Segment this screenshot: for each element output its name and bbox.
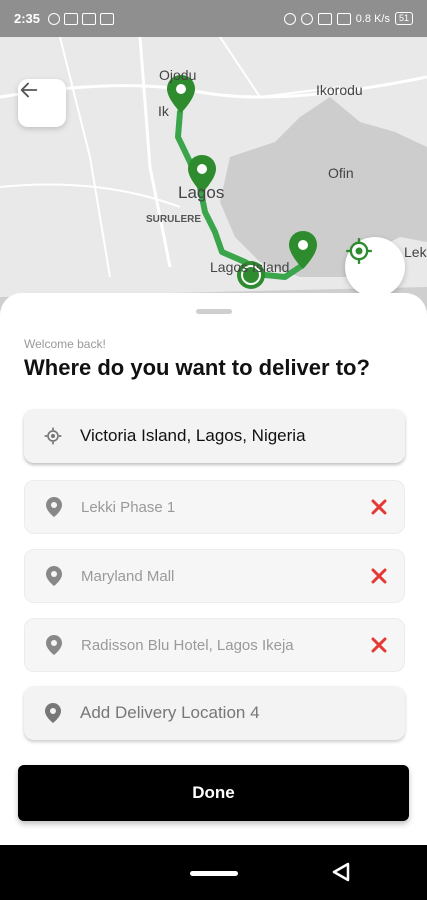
back-triangle-icon[interactable] — [330, 861, 352, 883]
status-time: 2:35 — [14, 11, 41, 26]
add-delivery-location-field[interactable]: Add Delivery Location 4 — [24, 686, 405, 740]
delivery-stop-field[interactable]: Maryland Mall — [24, 549, 405, 603]
map-label-surulere: SURULERE — [146, 214, 202, 225]
map-label-ik: Ik — [158, 103, 169, 119]
back-button[interactable] — [18, 79, 66, 127]
battery-icon: 51 — [394, 12, 413, 25]
map-pin-icon — [42, 702, 64, 724]
close-icon — [371, 499, 387, 515]
pickup-location-value: Victoria Island, Lagos, Nigeria — [80, 426, 306, 445]
done-button[interactable]: Done — [18, 765, 409, 821]
delivery-stop-value: Radisson Blu Hotel, Lagos Ikeja — [81, 636, 294, 654]
remove-stop-button[interactable] — [368, 496, 390, 518]
my-location-button[interactable] — [345, 237, 405, 297]
road — [59, 37, 111, 278]
remove-stop-button[interactable] — [368, 634, 390, 656]
close-icon — [371, 568, 387, 584]
drag-handle[interactable] — [196, 309, 232, 314]
map-label-lagos: Lagos — [178, 183, 225, 202]
map-pin-icon — [43, 565, 65, 587]
map-label-ikorodu: Ikorodu — [316, 82, 363, 98]
map-pin-icon — [43, 634, 65, 656]
pickup-location-field[interactable]: Victoria Island, Lagos, Nigeria — [24, 409, 405, 463]
close-icon — [371, 637, 387, 653]
delivery-stop-value: Lekki Phase 1 — [81, 498, 176, 516]
map-label-lagos-island: Lagos Island — [210, 259, 290, 275]
remove-stop-button[interactable] — [368, 565, 390, 587]
mail-icon — [82, 12, 97, 25]
map-label-lek: Lek — [404, 244, 427, 260]
map-view[interactable]: Ojodu Ikorodu Ik Ofin Lagos SURULERE Lag… — [0, 37, 427, 337]
wifi-icon — [317, 12, 332, 25]
status-bar: 2:35 0.8 K/s 51 — [0, 0, 427, 37]
add-delivery-location-placeholder: Add Delivery Location 4 — [80, 703, 260, 722]
alarm-icon — [283, 12, 296, 25]
page-title: Where do you want to deliver to? — [24, 355, 370, 380]
delivery-sheet: Welcome back! Where do you want to deliv… — [0, 293, 427, 845]
delivery-stop-value: Maryland Mall — [81, 567, 175, 585]
delivery-stop-field[interactable]: Lekki Phase 1 — [24, 480, 405, 534]
delivery-stop-field[interactable]: Radisson Blu Hotel, Lagos Ikeja — [24, 618, 405, 672]
system-icons: 0.8 K/s 51 — [283, 12, 413, 25]
location-status-icon — [300, 12, 313, 25]
gallery-icon — [64, 12, 79, 25]
map-label-ofin: Ofin — [328, 165, 354, 181]
signal-icon — [336, 12, 351, 25]
arrow-left-icon — [20, 82, 38, 98]
target-icon — [42, 425, 64, 447]
map-pin-icon — [43, 496, 65, 518]
map-label-ojodu: Ojodu — [159, 67, 197, 83]
laptop-icon — [100, 12, 115, 25]
home-button[interactable] — [190, 871, 238, 876]
welcome-text: Welcome back! — [24, 337, 106, 351]
crosshair-icon — [346, 238, 372, 264]
network-speed: 0.8 K/s — [355, 12, 390, 25]
notification-icons — [48, 12, 115, 25]
navigation-bar — [0, 845, 427, 900]
whatsapp-icon — [48, 12, 61, 25]
